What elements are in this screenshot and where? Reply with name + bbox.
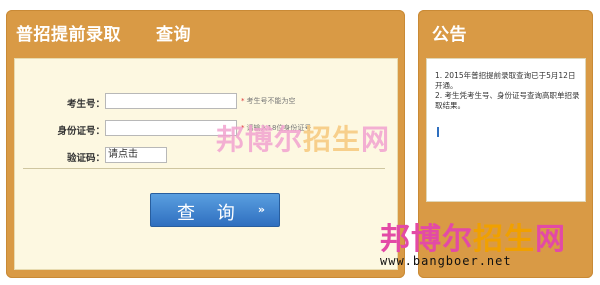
watermark-brand: 邦博尔 <box>216 123 304 156</box>
exam-no-row: 考生号： * 考生号不能为空 <box>15 93 395 111</box>
query-tab-title: 查询 <box>156 25 191 45</box>
watermark-center: 邦博尔招生网 <box>216 118 390 158</box>
query-button[interactable]: 查 询 » <box>150 193 280 227</box>
notice-title: 公告 <box>432 25 467 45</box>
notice-box: 1. 2015年普招提前录取查询已于5月12日开通。 2. 考生凭考生号、身份证… <box>426 58 586 202</box>
exam-no-hint: * 考生号不能为空 <box>241 96 296 106</box>
watermark-brand-highlight: 招生 <box>303 123 362 156</box>
panel-title: 普招提前录取 <box>16 25 121 45</box>
watermark-url: www.bangboer.net <box>380 254 512 268</box>
watermark-brand-highlight: 招生 <box>473 222 535 257</box>
captcha-field[interactable]: 请点击 <box>105 147 167 163</box>
query-button-label: 查 询 <box>177 203 243 224</box>
watermark-logo: 邦博尔招生网 <box>380 214 566 258</box>
watermark-brand: 邦博尔 <box>380 222 473 257</box>
required-star: * <box>241 97 245 105</box>
exam-no-hint-text: 考生号不能为空 <box>246 97 296 105</box>
notice-item: 2. 考生凭考生号、身份证号查询高职单招录取结果。 <box>435 91 580 110</box>
query-form: 考生号： * 考生号不能为空 身份证号： * 请输入18位身份证号 验证码： 请点击… <box>14 58 398 270</box>
text-cursor <box>437 127 439 137</box>
watermark-brand-end: 网 <box>535 222 566 257</box>
exam-no-input[interactable] <box>105 93 237 109</box>
double-chevron-right-icon: » <box>257 203 265 216</box>
id-label: 身份证号： <box>57 126 105 137</box>
watermark-brand-end: 网 <box>361 123 391 156</box>
exam-no-label: 考生号： <box>66 99 105 110</box>
notice-item: 1. 2015年普招提前录取查询已于5月12日开通。 <box>435 71 576 90</box>
form-divider <box>23 168 385 169</box>
notice-list: 1. 2015年普招提前录取查询已于5月12日开通。 2. 考生凭考生号、身份证… <box>435 71 581 111</box>
captcha-label: 验证码： <box>66 153 105 164</box>
